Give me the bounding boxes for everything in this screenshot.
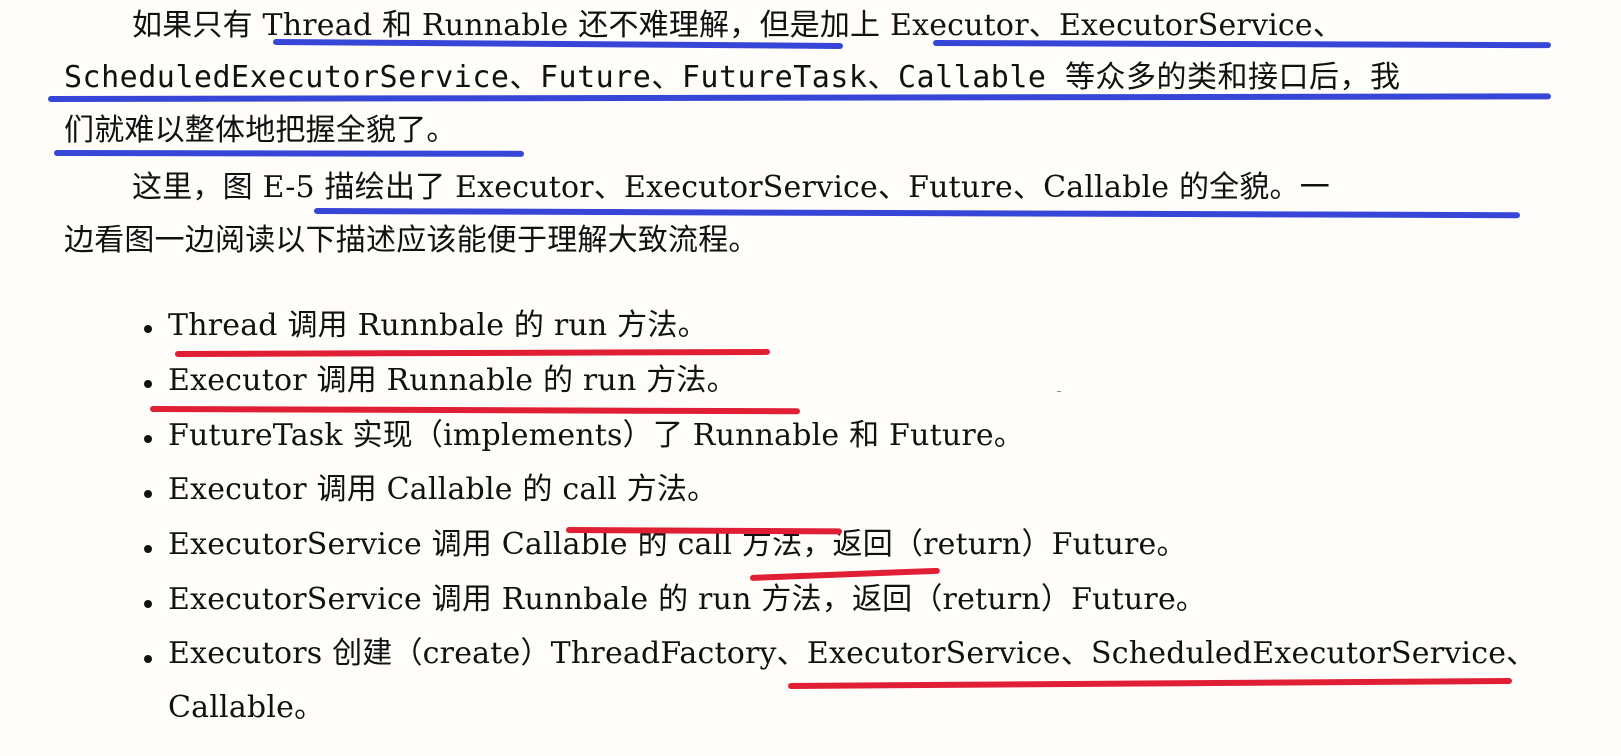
bullet-dot-7: [144, 655, 152, 663]
bullet-dot-1: [144, 325, 152, 333]
list-item-7: Executors 创建（create）ThreadFactory、Execut…: [168, 636, 1536, 672]
paragraph-1-line-1-text: 如果只有 Thread 和 Runnable 还不难理解，但是加上 Execut…: [132, 8, 1344, 43]
paragraph-2-line-1-text: 这里，图 E-5 描绘出了 Executor、ExecutorService、F…: [132, 170, 1330, 205]
red-underline-4: [749, 567, 940, 581]
red-underline-5: [787, 677, 1513, 689]
blue-underline-2: [932, 40, 1552, 49]
blue-underline-3: [47, 93, 1552, 102]
blue-underline-4: [53, 150, 525, 157]
paragraph-2-line-1: 这里，图 E-5 描绘出了 Executor、ExecutorService、F…: [132, 170, 1330, 206]
bullet-dot-4: [144, 490, 152, 498]
paragraph-1-line-2-text: ScheduledExecutorService、Future、FutureTa…: [64, 60, 1401, 95]
paragraph-2-line-2-text: 边看图一边阅读以下描述应该能便于理解大致流程。: [64, 223, 759, 258]
paragraph-1-line-3: 们就难以整体地把握全貌了。: [64, 113, 457, 149]
bullet-dot-3: [144, 435, 152, 443]
scan-speck: [1057, 391, 1061, 392]
list-item-3: FutureTask 实现（implements）了 Runnable 和 Fu…: [168, 418, 1024, 454]
list-item-6-text: ExecutorService 调用 Runnbale 的 run 方法，返回（…: [168, 582, 1207, 617]
bullet-dot-6: [144, 600, 152, 608]
list-item-4-text: Executor 调用 Callable 的 call 方法。: [168, 472, 718, 507]
list-item-2: Executor 调用 Runnable 的 run 方法。: [168, 363, 737, 399]
list-item-3-text: FutureTask 实现（implements）了 Runnable 和 Fu…: [168, 418, 1025, 453]
list-item-1-text: Thread 调用 Runnbale 的 run 方法。: [168, 308, 708, 343]
list-item-6: ExecutorService 调用 Runnbale 的 run 方法，返回（…: [168, 582, 1206, 618]
list-item-7-text: Executors 创建（create）ThreadFactory、Execut…: [168, 636, 1537, 671]
blue-underline-5: [313, 208, 1521, 219]
list-item-7-continuation-text: Callable。: [168, 690, 325, 725]
list-item-1: Thread 调用 Runnbale 的 run 方法。: [168, 308, 708, 344]
paragraph-1-line-3-text: 们就难以整体地把握全貌了。: [64, 113, 457, 148]
book-page: 如果只有 Thread 和 Runnable 还不难理解，但是加上 Execut…: [0, 0, 1621, 756]
paragraph-1-line-2: ScheduledExecutorService、Future、FutureTa…: [64, 60, 1401, 96]
list-item-2-text: Executor 调用 Runnable 的 run 方法。: [168, 363, 737, 398]
red-underline-1: [174, 348, 771, 357]
bullet-dot-5: [144, 545, 152, 553]
red-underline-2: [149, 406, 801, 415]
bullet-dot-2: [144, 380, 152, 388]
list-item-4: Executor 调用 Callable 的 call 方法。: [168, 472, 717, 508]
list-item-7-continuation: Callable。: [168, 690, 324, 726]
paragraph-2-line-2: 边看图一边阅读以下描述应该能便于理解大致流程。: [64, 223, 759, 259]
